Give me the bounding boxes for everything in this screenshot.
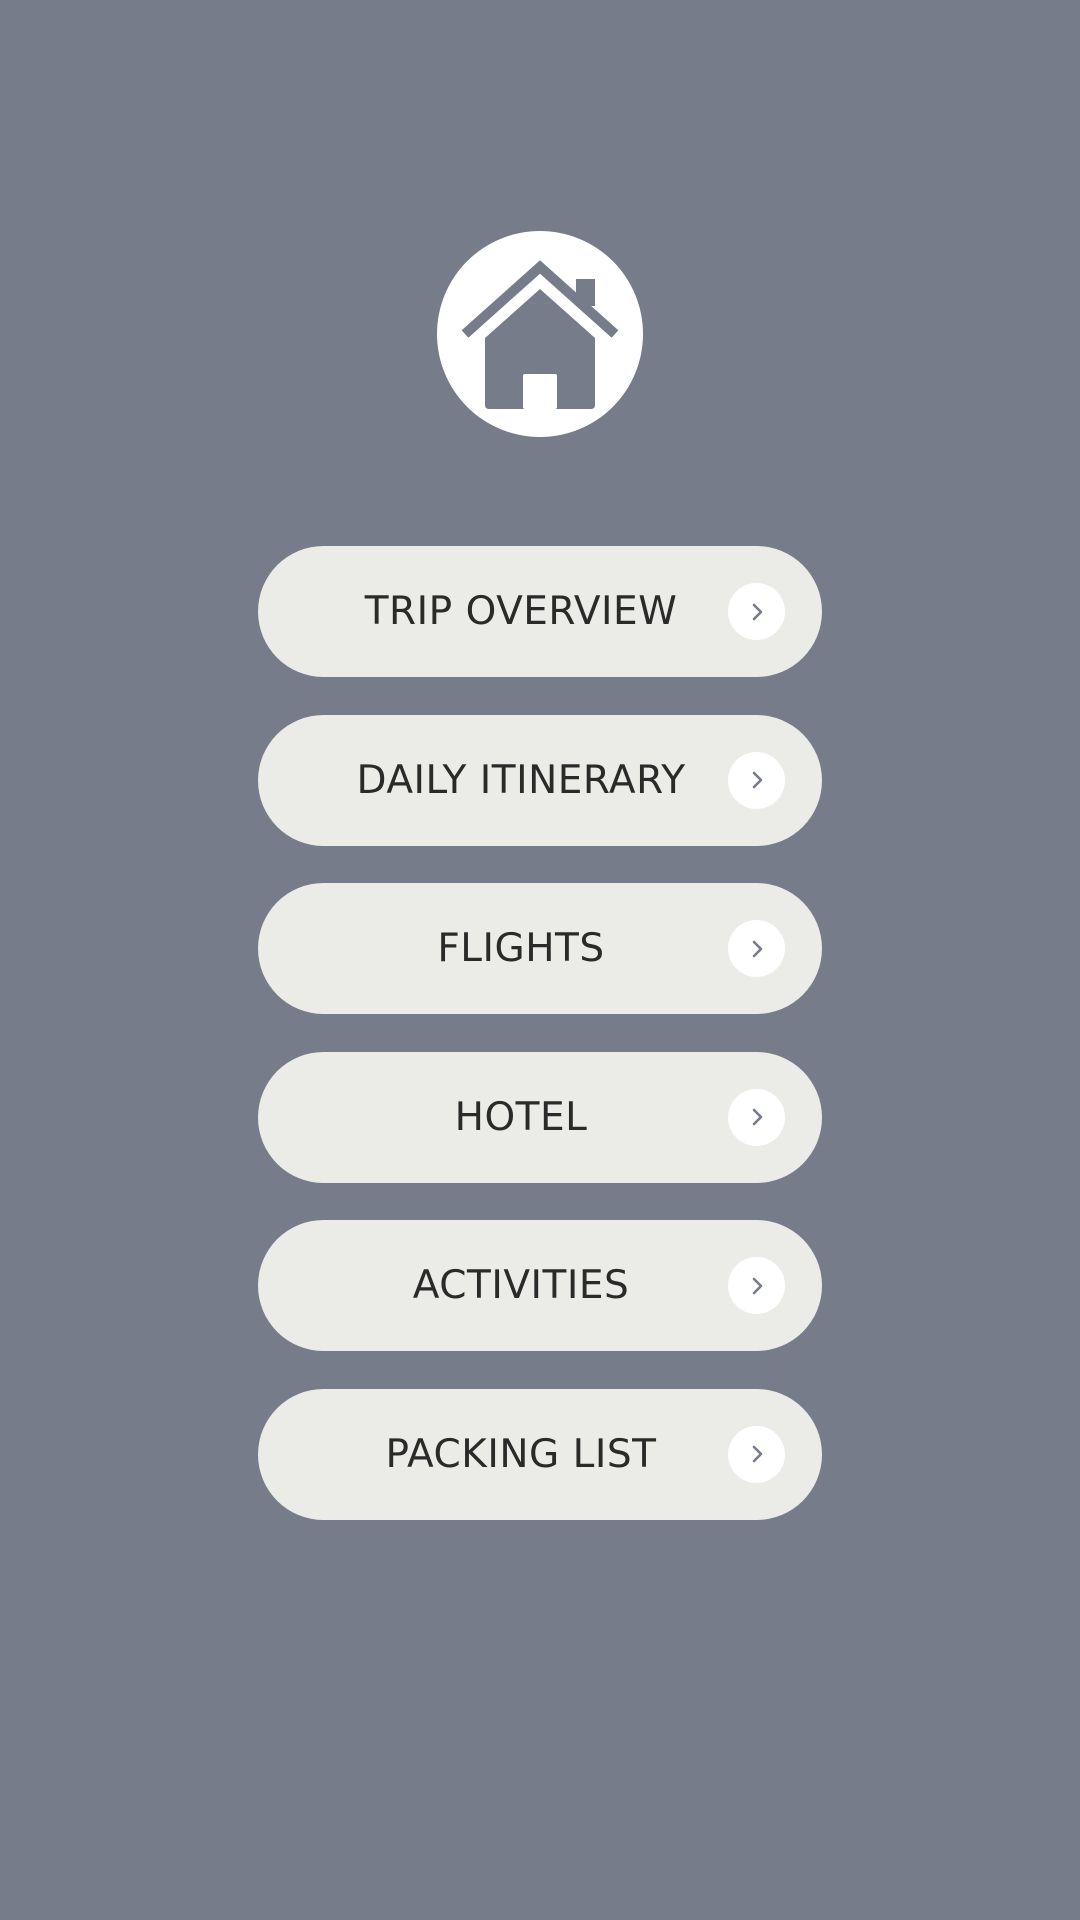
chevron-right-icon[interactable]: [728, 1425, 785, 1483]
menu-item-label: FLIGHTS: [437, 926, 605, 972]
chevron-right-icon[interactable]: [728, 751, 785, 809]
home-icon[interactable]: [437, 231, 643, 437]
chevron-right-icon[interactable]: [728, 583, 785, 640]
menu-item-daily-itinerary[interactable]: DAILY ITINERARY: [258, 714, 822, 846]
menu-item-label: TRIP OVERVIEW: [364, 589, 678, 634]
chevron-right-icon[interactable]: [728, 1088, 785, 1146]
travel-menu-screen: TRIP OVERVIEW DAILY ITINERARY FLIGHTS HO…: [0, 0, 1080, 1920]
menu-item-trip-overview[interactable]: TRIP OVERVIEW: [258, 546, 822, 677]
chevron-right-icon[interactable]: [728, 920, 785, 978]
menu-item-packing-list[interactable]: PACKING LIST: [258, 1388, 822, 1520]
menu-item-label: HOTEL: [454, 1094, 588, 1140]
menu-item-label: DAILY ITINERARY: [356, 757, 686, 803]
menu-item-activities[interactable]: ACTIVITIES: [258, 1220, 822, 1352]
menu-item-label: PACKING LIST: [385, 1431, 657, 1477]
menu-item-label: ACTIVITIES: [412, 1263, 630, 1309]
menu-item-hotel[interactable]: HOTEL: [258, 1051, 822, 1183]
chevron-right-icon[interactable]: [728, 1257, 785, 1315]
menu-item-flights[interactable]: FLIGHTS: [258, 883, 822, 1015]
main-menu: TRIP OVERVIEW DAILY ITINERARY FLIGHTS HO…: [258, 546, 822, 1558]
